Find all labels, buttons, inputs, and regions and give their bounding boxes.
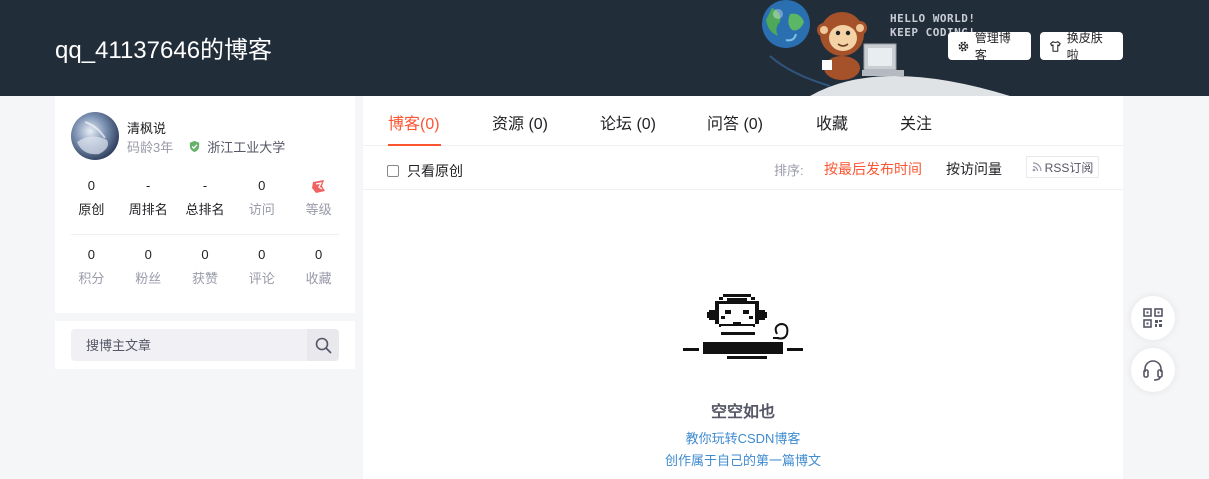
level-badge-icon <box>311 179 325 193</box>
sort-by-latest[interactable]: 按最后发布时间 <box>824 159 922 179</box>
stats-divider <box>71 234 339 235</box>
rss-icon <box>1032 162 1042 172</box>
search-input[interactable] <box>71 329 307 361</box>
search-card <box>55 321 355 369</box>
stat-visits: 0 访问 <box>248 178 275 217</box>
sort-by-visits[interactable]: 按访问量 <box>946 159 1002 179</box>
change-skin-label: 换皮肤啦 <box>1066 31 1103 62</box>
filter-bar: 只看原创 排序: 按最后发布时间 按访问量 RSS订阅 <box>363 146 1123 190</box>
school-name[interactable]: 浙江工业大学 <box>207 137 285 156</box>
blog-header: qq_41137646的博客 HELLO WORLD! KEEP CODING! <box>0 0 1209 96</box>
stat-points: 0 积分 <box>78 247 105 286</box>
manage-blog-button[interactable]: 管理博客 <box>948 31 1031 62</box>
tab-favorites[interactable]: 收藏 <box>816 110 848 134</box>
stats-row-primary: 0 原创 - 周排名 - 总排名 0 访问 等级 <box>63 177 347 219</box>
tab-blog[interactable]: 博客(0) <box>388 110 440 134</box>
manage-blog-label: 管理博客 <box>974 31 1011 62</box>
change-skin-button[interactable]: 换皮肤啦 <box>1040 31 1123 62</box>
tab-resources[interactable]: 资源 (0) <box>492 110 548 134</box>
sort-label: 排序: <box>774 163 804 178</box>
qr-code-button[interactable] <box>1131 296 1175 340</box>
profile-meta: 码龄3年 浙江工业大学 <box>127 137 285 156</box>
profile-card: 清枫说 码龄3年 浙江工业大学 0 原创 - 周排名 - 总排名 0 访问 等级… <box>55 96 355 313</box>
empty-monkey-illustration <box>683 294 803 359</box>
blog-title[interactable]: qq_41137646的博客 <box>55 30 272 65</box>
tab-forum[interactable]: 论坛 (0) <box>600 110 656 134</box>
stat-total-rank[interactable]: - 总排名 <box>177 177 234 219</box>
search-box <box>71 329 339 361</box>
main-content: 博客(0) 资源 (0) 论坛 (0) 问答 (0) 收藏 关注 只看原创 排序… <box>363 96 1123 479</box>
checkbox-box[interactable] <box>387 165 399 177</box>
original-only-checkbox[interactable]: 只看原创 <box>387 161 463 181</box>
stat-weekly-rank[interactable]: - 周排名 <box>120 177 177 219</box>
empty-state-title: 空空如也 <box>710 404 775 421</box>
customer-service-button[interactable] <box>1131 348 1175 392</box>
tutorial-link[interactable]: 教你玩转CSDN博客 <box>363 428 1123 447</box>
original-only-label: 只看原创 <box>407 163 463 179</box>
content-tabs: 博客(0) 资源 (0) 论坛 (0) 问答 (0) 收藏 关注 <box>363 96 1123 146</box>
stat-level[interactable]: 等级 <box>290 177 347 219</box>
qr-code-icon <box>1143 308 1163 328</box>
username[interactable]: 清枫说 <box>127 118 166 137</box>
create-first-post-link[interactable]: 创作属于自己的第一篇博文 <box>363 450 1123 469</box>
rss-subscribe-button[interactable]: RSS订阅 <box>1026 156 1099 178</box>
search-icon <box>315 337 331 353</box>
tab-following[interactable]: 关注 <box>900 110 932 134</box>
shirt-icon <box>1050 40 1061 52</box>
tab-qa[interactable]: 问答 (0) <box>707 110 763 134</box>
search-button[interactable] <box>307 329 339 361</box>
shield-check-icon <box>190 140 200 153</box>
stat-favorites: 0 收藏 <box>305 247 332 286</box>
headset-icon <box>1143 360 1163 381</box>
code-age: 码龄3年 <box>127 140 174 155</box>
stat-fans[interactable]: 0 粉丝 <box>120 246 177 288</box>
stat-original[interactable]: 0 原创 <box>63 177 120 219</box>
stat-likes: 0 获赞 <box>191 247 218 286</box>
avatar[interactable] <box>71 112 119 160</box>
stats-row-secondary: 0 积分 0 粉丝 0 获赞 0 评论 0 收藏 <box>63 246 347 288</box>
gear-icon <box>958 41 969 51</box>
stat-comments: 0 评论 <box>248 247 275 286</box>
